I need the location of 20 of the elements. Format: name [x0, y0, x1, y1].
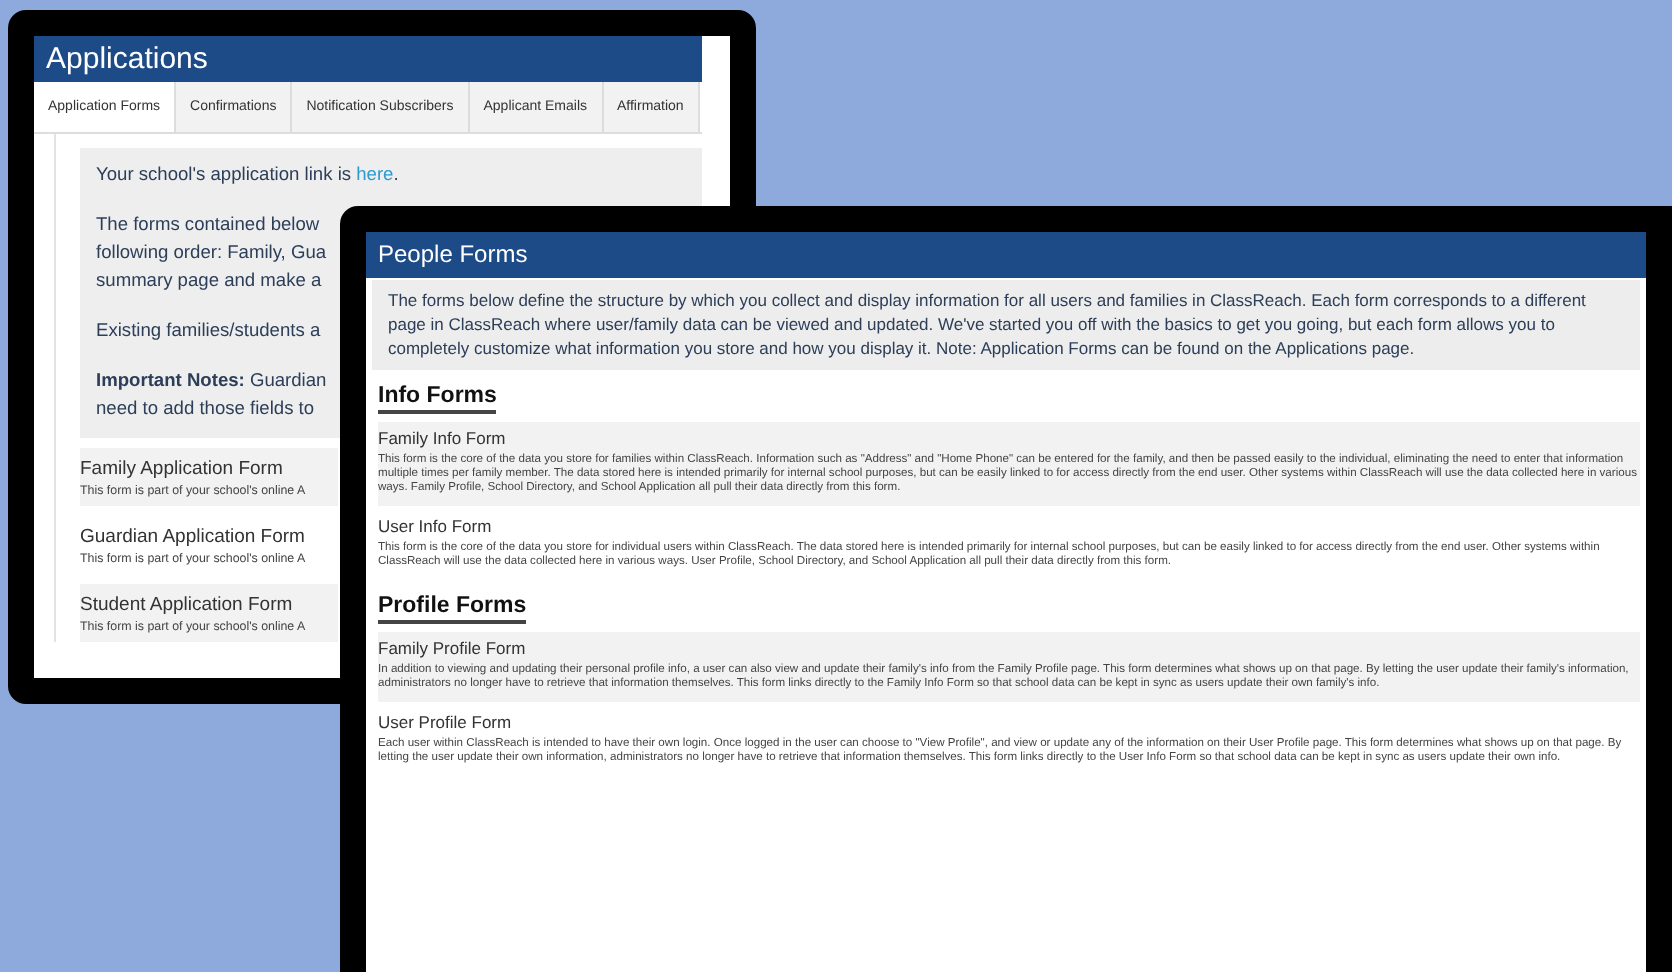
notice-text: Important Notes: Guardian — [96, 368, 327, 394]
notice-text: The forms contained below — [96, 212, 320, 238]
form-title: Family Profile Form — [378, 638, 528, 658]
window-title: People Forms — [366, 232, 1646, 278]
notice-text: . — [393, 164, 399, 184]
intro-text: The forms below define the structure by which you collect and display information for all users and families in ClassReach. Each form corresponds to a different page in ClassReach where user/family data can be viewed and updated. We've started you off with the basics to get you going, but each form allows you to completely customize what information you store and how you display it. Note: Application Forms can be found on the Applications page. — [372, 280, 1640, 370]
form-title: User Info Form — [378, 516, 494, 536]
notice-text: summary page and make a — [96, 268, 322, 294]
notice-text: need to add those fields to — [96, 396, 315, 422]
form-title: Family Info Form — [378, 428, 508, 448]
form-title: Guardian Application Form — [80, 524, 305, 552]
form-title: Family Application Form — [80, 456, 283, 484]
form-title: Student Application Form — [80, 592, 293, 620]
notice-text: Existing families/students a — [96, 318, 321, 344]
section-heading: Profile Forms — [378, 594, 527, 624]
notice-text: following order: Family, Gua — [96, 240, 327, 266]
window-title: Applications — [34, 36, 702, 82]
notice-text: Your school's application link is — [96, 164, 354, 184]
section-heading: Info Forms — [378, 384, 497, 414]
form-title: User Profile Form — [378, 712, 514, 732]
